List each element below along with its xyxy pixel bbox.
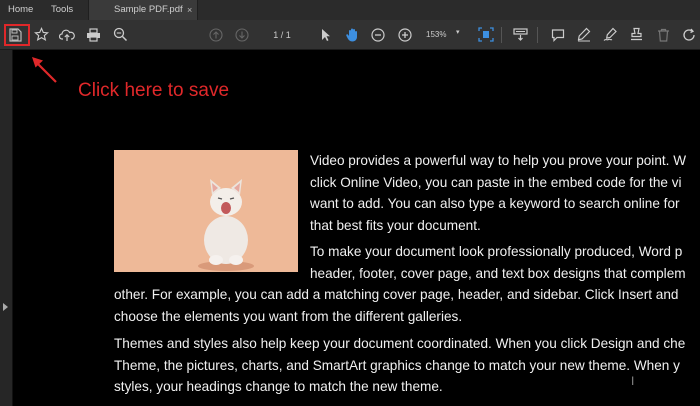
zoom-out-button[interactable] <box>368 25 388 44</box>
hand-tool-button[interactable] <box>342 25 362 44</box>
hand-tool-icon <box>345 28 357 42</box>
toolbar: 1 / 1 153% ▾ <box>0 20 700 50</box>
paragraph-line: choose the elements you want from the di… <box>114 309 463 325</box>
zoom-search-button[interactable] <box>110 25 130 44</box>
delete-button[interactable] <box>653 25 673 44</box>
zoom-minus-icon <box>371 27 385 42</box>
paragraph-line: header, footer, cover page, and text box… <box>310 265 686 281</box>
left-panel-rail <box>0 50 13 406</box>
rotate-icon <box>683 28 695 41</box>
paragraph-line: Theme, the pictures, charts, and SmartAr… <box>114 357 680 373</box>
document-tab-title: Sample PDF.pdf <box>114 4 183 15</box>
tab-bar: Home Tools Sample PDF.pdf × <box>0 0 700 20</box>
page-down-icon <box>235 27 249 42</box>
comment-button[interactable] <box>548 25 568 44</box>
previous-page-button[interactable] <box>206 25 226 44</box>
annotation-arrow-icon <box>32 57 57 83</box>
annotation-label: Click here to save <box>78 80 230 101</box>
chevron-down-icon[interactable]: ▾ <box>456 28 460 36</box>
select-cursor-icon <box>322 28 330 41</box>
highlight-pen-icon <box>577 27 591 42</box>
paragraph-line: styles, your headings change to match th… <box>114 379 443 395</box>
fit-page-button[interactable] <box>476 25 496 44</box>
close-tab-icon[interactable]: × <box>187 0 192 20</box>
highlight-button[interactable] <box>574 25 594 44</box>
paragraph-line: To make your document look professionall… <box>310 244 683 259</box>
stamp-icon <box>630 27 642 41</box>
upload-button[interactable] <box>57 25 77 44</box>
print-button[interactable] <box>83 25 103 44</box>
sign-icon <box>603 27 617 41</box>
paragraph-line: click Online Video, you can paste in the… <box>310 174 682 190</box>
paragraph-line: want to add. You can also type a keyword… <box>310 196 680 212</box>
tab-tools[interactable]: Tools <box>51 0 73 20</box>
page-number-display[interactable]: 1 / 1 <box>262 30 302 40</box>
fill-sign-button[interactable] <box>600 25 620 44</box>
tab-home[interactable]: Home <box>8 0 33 20</box>
text-cursor-icon: I <box>631 374 635 388</box>
star-icon <box>33 27 49 41</box>
stamp-button[interactable] <box>626 25 646 44</box>
kitten-illustration <box>114 150 298 272</box>
expand-panel-arrow-icon[interactable] <box>3 303 8 311</box>
tab-document[interactable]: Sample PDF.pdf × <box>88 0 198 20</box>
comment-icon <box>551 28 565 42</box>
paragraph-line: that best fits your document. <box>310 218 481 234</box>
cloud-upload-icon <box>59 29 75 41</box>
fit-page-icon <box>478 27 494 42</box>
bookmark-button[interactable] <box>31 25 51 44</box>
zoom-in-button[interactable] <box>395 25 415 44</box>
paragraph-line: other. For example, you can add a matchi… <box>114 287 679 303</box>
delete-icon <box>657 28 669 42</box>
toolbar-divider <box>537 27 538 43</box>
select-tool-button[interactable] <box>316 25 336 44</box>
zoom-plus-icon <box>398 27 412 42</box>
paragraph-line: Themes and styles also help keep your do… <box>114 336 686 351</box>
keyboard-scroll-icon <box>512 28 528 41</box>
next-page-button[interactable] <box>232 25 252 44</box>
save-highlight-box <box>4 24 30 46</box>
page-up-icon <box>209 27 223 42</box>
paragraph-line: Video provides a powerful way to help yo… <box>310 153 687 168</box>
rotate-button[interactable] <box>679 25 699 44</box>
scroll-mode-button[interactable] <box>510 25 530 44</box>
zoom-level-dropdown[interactable]: 153% <box>426 30 446 39</box>
kitten-image <box>114 150 298 272</box>
print-icon <box>86 27 100 42</box>
toolbar-divider <box>501 27 502 43</box>
zoom-out-magnifier-icon <box>113 27 127 42</box>
